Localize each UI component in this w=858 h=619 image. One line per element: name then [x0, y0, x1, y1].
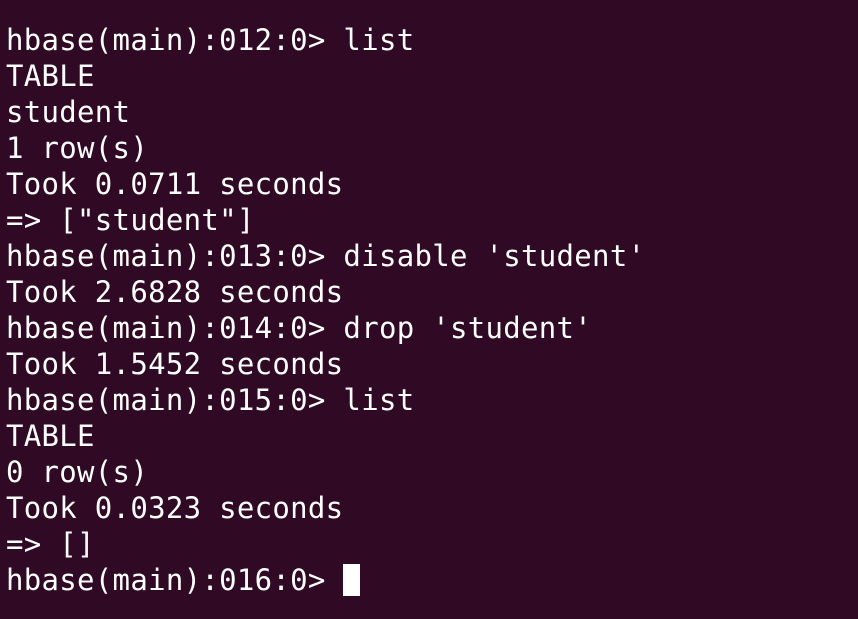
terminal-line: Took 0.0711 seconds	[6, 167, 344, 201]
terminal-line: hbase(main):012:0> list	[6, 23, 415, 57]
terminal-line: TABLE	[6, 59, 95, 93]
terminal-line: 0 row(s)	[6, 455, 149, 489]
terminal-line: hbase(main):014:0> drop 'student'	[6, 311, 593, 345]
terminal-line: hbase(main):015:0> list	[6, 383, 415, 417]
terminal-line: Took 0.0323 seconds	[6, 491, 344, 525]
terminal-window[interactable]: hbase(main):012:0> list TABLE student 1 …	[0, 0, 858, 619]
prompt-line[interactable]: hbase(main):016:0>	[6, 562, 858, 598]
text-cursor[interactable]	[343, 564, 361, 596]
terminal-line: Took 1.5452 seconds	[6, 347, 344, 381]
terminal-line: => ["student"]	[6, 203, 255, 237]
terminal-line: TABLE	[6, 419, 95, 453]
terminal-line: => []	[6, 527, 95, 561]
terminal-line: hbase(main):013:0> disable 'student'	[6, 239, 646, 273]
terminal-line: 1 row(s)	[6, 131, 149, 165]
shell-prompt: hbase(main):016:0>	[6, 563, 344, 597]
terminal-line: student	[6, 95, 131, 129]
terminal-line: Took 2.6828 seconds	[6, 275, 344, 309]
